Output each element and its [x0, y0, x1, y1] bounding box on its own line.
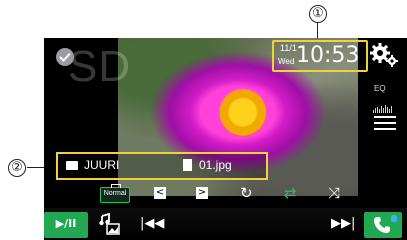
next-folder-button[interactable]: > [196, 187, 208, 199]
eq-bars-icon[interactable] [373, 95, 395, 113]
clock-time: 10:53 [296, 43, 360, 68]
music-photo-icon[interactable] [98, 212, 120, 235]
phone-icon [374, 217, 390, 233]
prev-folder-button[interactable]: < [154, 187, 166, 199]
folder-icon [66, 161, 78, 170]
rotate-icon[interactable]: ↻ [240, 184, 253, 202]
file-info-bar: JUURI 01.jpg [56, 152, 268, 180]
check-icon[interactable] [56, 48, 74, 66]
play-pause-label: ▶/II [55, 217, 77, 230]
normal-mode-label: Normal [103, 190, 127, 197]
folder-name: JUURI [84, 158, 120, 172]
play-pause-button[interactable]: ▶/II [44, 212, 88, 238]
repeat-icon[interactable]: ⇄ [284, 184, 297, 202]
callout-1: ① [309, 5, 327, 23]
normal-mode-frame-icon [111, 184, 121, 188]
date-month: 11/1 [280, 43, 297, 53]
file-name: 01.jpg [199, 158, 232, 172]
bottom-control-bar: ▶/II |◀◀ ▶▶| [44, 208, 407, 240]
source-label: SD [68, 42, 132, 91]
date-time-display: 11/1 Wed 10:53 [272, 40, 368, 72]
playback-mode-row: Normal < > ↻ ⇄ ⤨ [44, 180, 407, 204]
date-day: Wed [278, 57, 295, 66]
next-track-icon[interactable]: ▶▶| [331, 216, 355, 231]
phone-button[interactable] [364, 212, 402, 238]
callout-2: ② [8, 159, 26, 177]
shuffle-icon[interactable]: ⤨ [328, 184, 340, 202]
eq-button-label[interactable]: EQ [374, 84, 386, 93]
settings-gear-icon[interactable] [369, 42, 399, 68]
previous-track-icon[interactable]: |◀◀ [140, 216, 164, 231]
bluetooth-icon [391, 215, 397, 222]
normal-mode-button[interactable]: Normal [100, 184, 130, 203]
list-icon[interactable] [374, 116, 396, 134]
file-icon [183, 159, 192, 171]
head-unit-screen: SD 11/1 Wed 10:53 EQ JUURI 01.jpg Normal… [44, 38, 407, 240]
